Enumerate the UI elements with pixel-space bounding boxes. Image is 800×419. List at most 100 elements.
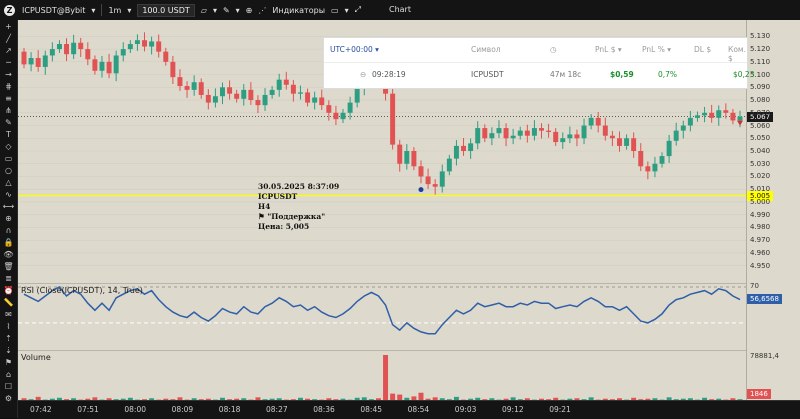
- candle: [390, 93, 396, 145]
- candle: [71, 42, 77, 55]
- divider: [101, 4, 103, 16]
- magnet-tool-icon[interactable]: ∩: [0, 224, 17, 236]
- time-scale[interactable]: 07:42 07:51 08:00 08:09 08:18 08:27 08:36 08:45…: [18, 400, 800, 419]
- symbol-selector[interactable]: ICPUSDT@Bybit: [19, 0, 88, 20]
- header-dl[interactable]: DL $: [694, 45, 711, 54]
- circle-tool-icon[interactable]: ○: [0, 164, 17, 176]
- position-time: 09:28:19: [372, 70, 406, 79]
- fib-tool-icon[interactable]: ≡: [0, 92, 17, 104]
- annotation-timeframe: H4: [258, 202, 271, 211]
- ray-tool-icon[interactable]: ↗: [0, 44, 17, 56]
- rect-tool-icon[interactable]: ▭: [0, 152, 17, 164]
- path-tool-icon[interactable]: ∿: [0, 188, 17, 200]
- candle: [191, 82, 197, 90]
- candle: [496, 128, 502, 134]
- interval-selector[interactable]: 1m: [105, 0, 124, 20]
- annotation-price: Цена: 5,005: [258, 222, 310, 231]
- pitchfork-tool-icon[interactable]: ⋔: [0, 104, 17, 116]
- flag-icon: ⚑: [258, 212, 268, 221]
- candle: [411, 151, 417, 167]
- timezone-selector[interactable]: UTC+00:00 ▾: [330, 45, 379, 54]
- price-tick-label: 4.990: [750, 210, 771, 219]
- amount-input[interactable]: 100.0 USDT: [137, 3, 195, 17]
- volume-pane[interactable]: Volume: [18, 350, 746, 401]
- header-pnl-pct-label: PnL %: [642, 45, 665, 54]
- candle: [418, 166, 424, 177]
- candle: [290, 84, 296, 94]
- indicators-icon[interactable]: ⋰: [255, 0, 269, 20]
- header-pnl-pct[interactable]: PnL % ▾: [642, 45, 671, 54]
- candle: [248, 89, 254, 101]
- settings-tool-icon[interactable]: ⚙: [0, 392, 17, 404]
- candle: [28, 58, 34, 65]
- text-tool-icon[interactable]: T: [0, 128, 17, 140]
- price-tick-label: 5.120: [750, 45, 771, 54]
- candle: [567, 134, 573, 139]
- candle: [354, 87, 360, 103]
- flag-tool-icon[interactable]: ⚑: [0, 356, 17, 368]
- rsi-pane[interactable]: RSI (Close(ICPUSDT), 14, True): [18, 283, 746, 350]
- position-row[interactable]: ⊖ 09:28:19 ICPUSDT 47м 18с $0,59 0,7% $0…: [324, 63, 754, 87]
- eye-tool-icon[interactable]: 👁: [0, 248, 17, 260]
- chevron-down-icon[interactable]: ▾: [124, 0, 134, 20]
- fullscreen-icon[interactable]: ⤢: [352, 0, 364, 20]
- price-tick-label: 5.130: [750, 32, 771, 41]
- arrowup-tool-icon[interactable]: ⇡: [0, 332, 17, 344]
- ruler-tool-icon[interactable]: 📏: [0, 296, 17, 308]
- position-symbol: ICPUSDT: [471, 70, 504, 79]
- header-fee[interactable]: Ком. $: [728, 45, 747, 63]
- draw-mode-icon[interactable]: ▱: [198, 0, 210, 20]
- layers-tool-icon[interactable]: ≣: [0, 272, 17, 284]
- position-fee: $0,23: [733, 70, 755, 79]
- support-annotation[interactable]: 30.05.2025 8:37:09 ICPUSDT H4 ⚑ "Поддерж…: [258, 182, 339, 232]
- pattern-tool-icon[interactable]: ⌇: [0, 320, 17, 332]
- chevron-down-icon[interactable]: ▾: [210, 0, 220, 20]
- hline-tool-icon[interactable]: ─: [0, 56, 17, 68]
- zoom-tool-icon[interactable]: ⊕: [0, 212, 17, 224]
- shape-tool-icon[interactable]: ◇: [0, 140, 17, 152]
- alert-tool-icon[interactable]: ⏰: [0, 284, 17, 296]
- time-tick-label: 08:45: [360, 405, 383, 414]
- header-symbol[interactable]: Символ: [471, 45, 501, 54]
- arrowdown-tool-icon[interactable]: ⇣: [0, 344, 17, 356]
- price-tick-label: 5.020: [750, 172, 771, 181]
- trash-tool-icon[interactable]: 🗑: [0, 260, 17, 272]
- pencil-icon[interactable]: ✎: [220, 0, 233, 20]
- header-pnl-usd[interactable]: PnL $ ▾: [595, 45, 622, 54]
- candle: [312, 97, 318, 103]
- candle: [468, 143, 474, 151]
- lock-tool-icon[interactable]: 🔒: [0, 236, 17, 248]
- price-tick-label: 5.070: [750, 108, 771, 117]
- zoom-icon[interactable]: ⊕: [243, 0, 256, 20]
- annotation-name-row: ⚑ "Поддержка": [258, 212, 339, 222]
- candle: [297, 92, 303, 94]
- layout-icon[interactable]: ▭: [328, 0, 342, 20]
- triangle-tool-icon[interactable]: △: [0, 176, 17, 188]
- tag-tool-icon[interactable]: ⌂: [0, 368, 17, 380]
- candle: [212, 96, 218, 103]
- candle: [673, 130, 679, 141]
- note-tool-icon[interactable]: ✉: [0, 308, 17, 320]
- cross-tool-icon[interactable]: +: [0, 20, 17, 32]
- volume-max-label: 78881,4: [750, 352, 779, 360]
- indicators-button[interactable]: Индикаторы: [269, 0, 328, 20]
- candle: [397, 144, 403, 164]
- candle: [531, 128, 537, 136]
- candle: [687, 117, 693, 126]
- candle: [716, 110, 722, 118]
- callout-tool-icon[interactable]: ☐: [0, 380, 17, 392]
- trendline-tool-icon[interactable]: ╱: [0, 32, 17, 44]
- position-pnl-usd: $0,59: [610, 70, 634, 79]
- candle: [326, 105, 332, 113]
- chevron-down-icon[interactable]: ▾: [342, 0, 352, 20]
- positions-panel[interactable]: UTC+00:00 ▾ Символ ◷ PnL $ ▾ PnL % ▾ DL …: [323, 37, 754, 89]
- channel-tool-icon[interactable]: ⋕: [0, 80, 17, 92]
- candle: [234, 93, 240, 99]
- chevron-down-icon[interactable]: ▾: [233, 0, 243, 20]
- chevron-down-icon[interactable]: ▾: [88, 0, 98, 20]
- brush-tool-icon[interactable]: ✎: [0, 116, 17, 128]
- measure-tool-icon[interactable]: ⟷: [0, 200, 17, 212]
- arrow-tool-icon[interactable]: →: [0, 68, 17, 80]
- close-position-icon[interactable]: ⊖: [360, 70, 366, 79]
- candle: [64, 44, 70, 55]
